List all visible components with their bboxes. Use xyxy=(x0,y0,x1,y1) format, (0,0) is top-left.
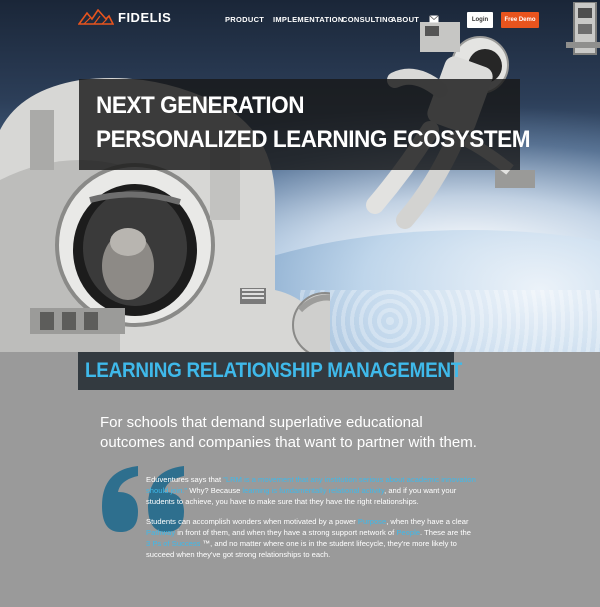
hero-headline: NEXT GENERATION PERSONALIZED LEARNING EC… xyxy=(79,79,531,170)
section-title: LEARNING RELATIONSHIP MANAGEMENT xyxy=(85,359,463,382)
nav-link-consulting[interactable]: CONSULTING xyxy=(342,15,394,24)
p1-text-a: Eduventures says that xyxy=(146,475,224,484)
hero-headline-line2: PERSONALIZED LEARNING ECOSYSTEM xyxy=(96,126,531,153)
nav-link-implementation[interactable]: IMPLEMENTATION xyxy=(273,15,344,24)
people-link[interactable]: People xyxy=(396,528,420,537)
mountain-logo-icon xyxy=(78,9,114,25)
logo[interactable]: FIDELIS xyxy=(78,9,171,25)
nav-link-about[interactable]: ABOUT xyxy=(391,15,419,24)
p1-text-c: Why? Because xyxy=(187,486,243,495)
p2-text-a: Students can accomplish wonders when mot… xyxy=(146,517,358,526)
hero-banner xyxy=(0,0,600,352)
tagline: For schools that demand superlative educ… xyxy=(100,414,477,451)
free-demo-button[interactable]: Free Demo xyxy=(501,12,539,28)
section-title-box: LEARNING RELATIONSHIP MANAGEMENT xyxy=(78,352,462,390)
body-copy: Eduventures says that "LRM is a movement… xyxy=(146,474,476,569)
p2-text-c: , when they have a clear xyxy=(386,517,469,526)
nav-link-product[interactable]: PRODUCT xyxy=(225,15,264,24)
3ps-of-success-link[interactable]: 3 Ps of Success xyxy=(146,539,200,548)
purpose-link[interactable]: Purpose xyxy=(358,517,386,526)
paragraph-1: Eduventures says that "LRM is a movement… xyxy=(146,474,476,507)
pathway-link[interactable]: Pathway xyxy=(146,528,175,537)
brand-name: FIDELIS xyxy=(118,9,172,25)
paragraph-2: Students can accomplish wonders when mot… xyxy=(146,516,476,560)
mail-icon[interactable] xyxy=(429,15,439,23)
hero-headline-line1: NEXT GENERATION xyxy=(96,92,305,119)
p1-relational-link[interactable]: learning is fundamentally relational act… xyxy=(242,486,384,495)
clouds-texture xyxy=(300,290,600,352)
login-button[interactable]: Login xyxy=(467,12,493,28)
p2-text-e: in front of them, and when they have a s… xyxy=(175,528,397,537)
p2-text-g: . These are the xyxy=(420,528,471,537)
top-nav: FIDELIS PRODUCT IMPLEMENTATION CONSULTIN… xyxy=(0,0,600,40)
